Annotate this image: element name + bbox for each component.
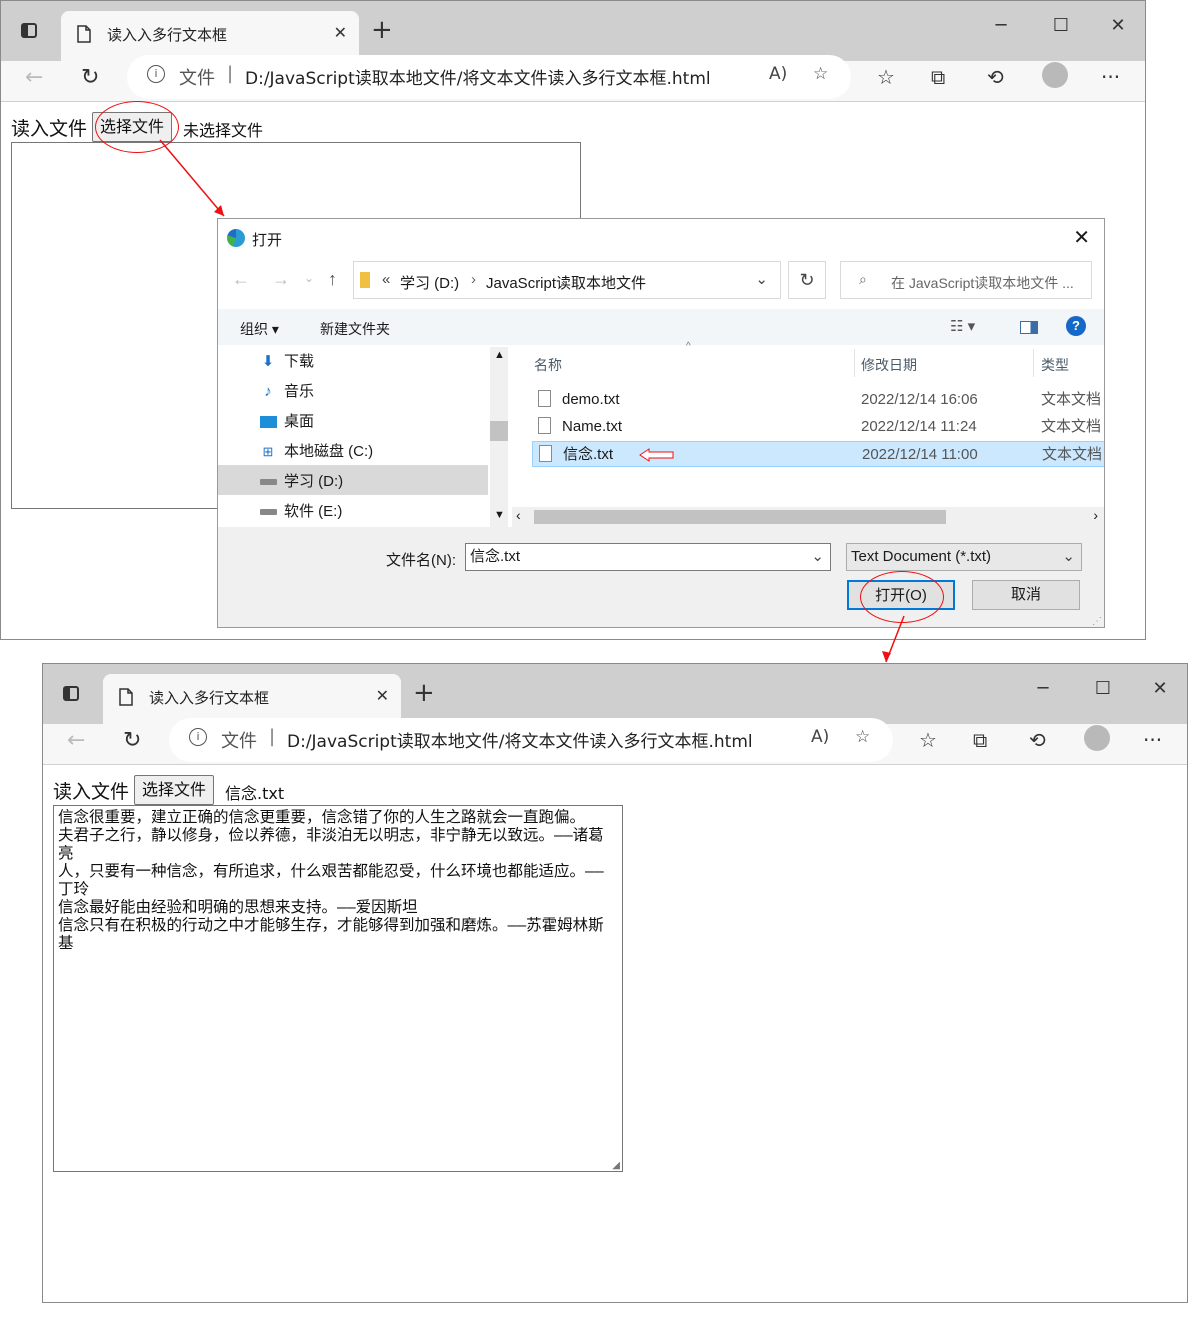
annotation-arrow-line (159, 139, 225, 217)
annotation-arrows (159, 139, 905, 663)
